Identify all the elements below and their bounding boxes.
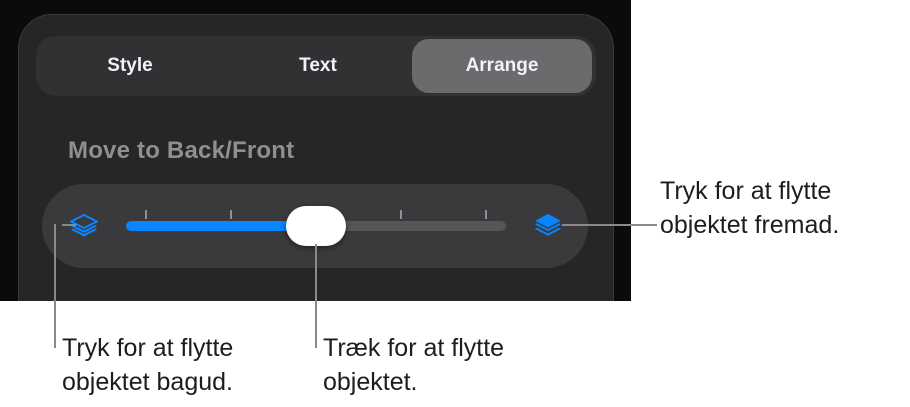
tab-arrange[interactable]: Arrange [412,39,592,93]
format-tabs: Style Text Arrange [36,36,596,96]
back-callout-line [54,224,56,348]
drag-callout-line2: objektet. [323,368,418,396]
back-callout-connector [62,224,76,226]
drag-callout: Træk for at flytte objektet. [323,331,504,399]
slider-tick [230,210,232,219]
back-callout: Tryk for at flytte objektet bagud. [62,331,233,399]
slider-tick [485,210,487,219]
move-to-back-front-heading: Move to Back/Front [68,137,295,164]
slider-thumb[interactable] [286,206,346,246]
tab-text[interactable]: Text [224,39,412,93]
front-callout-line2: objektet fremad. [660,211,840,239]
layers-back-icon[interactable] [68,211,100,243]
front-callout-line [562,224,657,226]
layers-front-icon[interactable] [532,211,564,243]
slider-tick [400,210,402,219]
drag-callout-line1: Træk for at flytte [323,334,505,362]
drag-callout-line [315,244,317,348]
tab-style[interactable]: Style [36,39,224,93]
back-callout-line1: Tryk for at flytte [62,334,234,362]
slider-tick [145,210,147,219]
back-callout-line2: objektet bagud. [62,368,233,396]
front-callout: Tryk for at flytte objektet fremad. [660,174,839,242]
front-callout-line1: Tryk for at flytte [660,177,832,205]
